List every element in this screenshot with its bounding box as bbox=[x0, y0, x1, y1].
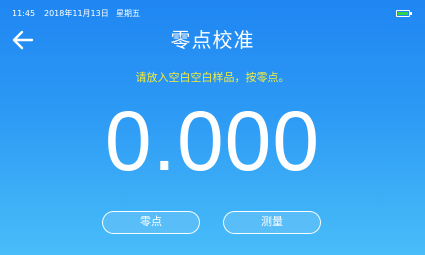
battery-level bbox=[398, 12, 408, 15]
status-weekday: 星期五 bbox=[116, 9, 140, 18]
measure-button[interactable]: 测量 bbox=[223, 211, 321, 234]
page-title: 零点校准 bbox=[170, 28, 255, 52]
zero-button[interactable]: 零点 bbox=[102, 211, 200, 234]
battery-icon bbox=[396, 10, 412, 17]
instruction-text: 请放入空白空白样品，按零点。 bbox=[135, 71, 290, 84]
status-time: 11:45 bbox=[12, 9, 36, 18]
zero-calibration-screen: 11:45 2018年11月13日 星期五 零点校准 请放入空白空白样品，按零点… bbox=[0, 0, 425, 255]
battery-tip bbox=[410, 12, 412, 15]
status-date: 2018年11月13日 bbox=[44, 9, 109, 18]
reading-value: 0.000 bbox=[104, 94, 321, 188]
status-bar: 11:45 2018年11月13日 星期五 bbox=[0, 0, 425, 20]
